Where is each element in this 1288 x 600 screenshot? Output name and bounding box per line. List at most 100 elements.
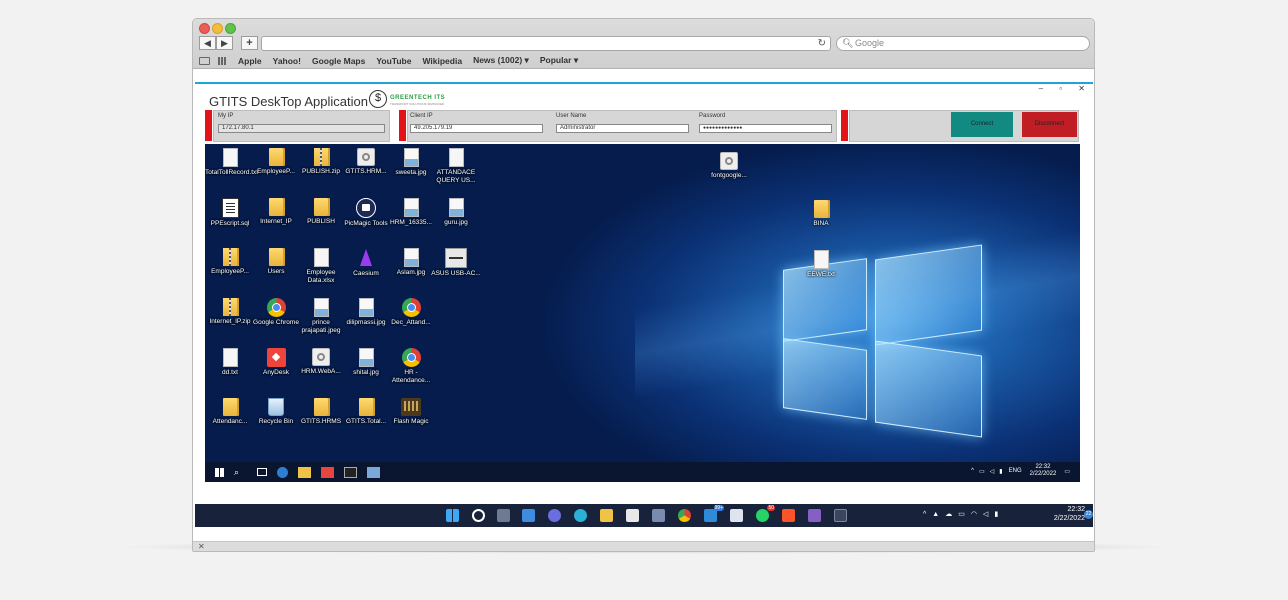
tray-icons[interactable]: ^▲☁▭◠◁▮	[923, 510, 1004, 518]
network-icon[interactable]: ▭	[979, 468, 985, 475]
store-icon[interactable]	[626, 509, 639, 522]
desktop-icon[interactable]: guru.jpg	[431, 198, 481, 227]
search-icon[interactable]	[472, 509, 485, 522]
volume-icon[interactable]: ◁	[990, 468, 995, 475]
search-icon[interactable]: ⌕	[234, 467, 247, 478]
password-input[interactable]: ●●●●●●●●●●●●●	[699, 124, 832, 133]
notification-icon[interactable]: ▭	[1064, 468, 1070, 475]
reload-icon[interactable]: ↻	[818, 37, 826, 50]
desktop-icon[interactable]: shital.jpg	[341, 348, 391, 377]
desktop-icon[interactable]: EmployeeP...	[251, 148, 301, 176]
reading-list-icon[interactable]	[199, 56, 210, 65]
desktop-icon[interactable]: dilipmassi.jpg	[341, 298, 391, 327]
desktop-icon[interactable]: Aslam.jpg	[386, 248, 436, 277]
desktop-icon[interactable]: Employee Data.xlsx	[296, 248, 346, 284]
close-window-button[interactable]	[199, 23, 210, 34]
desktop-icon[interactable]: prince prajapati.jpeg	[296, 298, 346, 334]
desktop-icon[interactable]: Internet_IP	[251, 198, 301, 226]
desktop-icon[interactable]: HRM_16335...	[386, 198, 436, 227]
desktop-icon[interactable]: PicMagic Tools	[341, 198, 391, 228]
desktop-icon[interactable]: GTITS.HRMS	[296, 398, 346, 426]
desktop-icon[interactable]: PPEscript.sql	[205, 198, 255, 228]
close-status-icon[interactable]: ✕	[198, 542, 205, 551]
desktop-icon[interactable]: Attendanc...	[205, 398, 255, 426]
calendar-icon[interactable]	[730, 509, 743, 522]
bookmark-yahoo[interactable]: Yahoo!	[273, 56, 301, 66]
minimize-window-button[interactable]	[212, 23, 223, 34]
desktop-icon[interactable]: Internet_IP.zip	[205, 298, 255, 326]
desktop-icon[interactable]: GTITS.HRM...	[341, 148, 391, 176]
address-bar[interactable]: ↻	[261, 36, 831, 51]
user-name-input[interactable]: Administrator	[556, 124, 689, 133]
desktop-icon[interactable]: EEWE.txt	[796, 250, 846, 279]
desktop-icon[interactable]: HR - Attendance...	[386, 348, 436, 384]
mail-icon[interactable]: 99+	[704, 505, 724, 522]
app-icon[interactable]	[652, 509, 665, 522]
whatsapp-icon[interactable]: 50	[756, 505, 775, 522]
windows-start-icon[interactable]	[446, 509, 459, 522]
desktop-icon[interactable]: ATTANDACE QUERY US...	[431, 148, 481, 184]
desktop-icon[interactable]: AnyDesk	[251, 348, 301, 377]
top-sites-grid-icon[interactable]	[218, 56, 227, 65]
file-explorer-icon[interactable]	[600, 509, 613, 522]
desktop-icon[interactable]: fontgoogle...	[704, 152, 754, 180]
desktop-icon-label: GTITS.HRM...	[345, 168, 387, 175]
desktop-icon[interactable]: Flash Magic	[386, 398, 436, 426]
desktop-icon[interactable]: Users	[251, 248, 301, 276]
img-icon	[358, 348, 374, 367]
bookmark-youtube[interactable]: YouTube	[376, 56, 411, 66]
task-view-icon[interactable]	[497, 509, 510, 522]
edge-icon[interactable]	[277, 466, 288, 478]
zoom-window-button[interactable]	[225, 23, 236, 34]
terminal-icon[interactable]	[344, 466, 357, 478]
battery-icon[interactable]: ▮	[999, 468, 1002, 475]
remote-desktop-view[interactable]: TotalTollRecord.txt EmployeeP... PUBLISH.z…	[205, 144, 1080, 482]
desktop-icon-label: Internet_IP.zip	[209, 318, 251, 325]
widgets-icon[interactable]	[522, 509, 535, 522]
chrome-icon[interactable]	[678, 509, 691, 522]
file-explorer-icon[interactable]	[298, 466, 311, 478]
language-indicator[interactable]: ENG	[1009, 468, 1022, 474]
desktop-icon-label: PUBLISH.zip	[302, 168, 340, 175]
forward-button[interactable]: ▶	[216, 36, 233, 50]
windows-start-icon[interactable]	[215, 467, 224, 477]
new-tab-button[interactable]: +	[241, 36, 258, 50]
desktop-icon[interactable]: sweeta.jpg	[386, 148, 436, 177]
search-field[interactable]: 🔍︎ Google	[836, 36, 1090, 51]
tray-chevron-icon[interactable]: ^	[971, 468, 974, 474]
client-ip-input[interactable]: 49.205.179.19	[410, 124, 543, 133]
desktop-icon[interactable]: PUBLISH	[296, 198, 346, 226]
bookmark-google-maps[interactable]: Google Maps	[312, 56, 365, 66]
bookmark-wikipedia[interactable]: Wikipedia	[422, 56, 462, 66]
desktop-icon[interactable]: dd.txt	[205, 348, 255, 377]
anydesk-taskbar-icon[interactable]	[321, 466, 334, 478]
connect-button[interactable]: Connect	[951, 112, 1013, 137]
desktop-icon[interactable]: EmployeeP...	[205, 248, 255, 276]
desktop-icon[interactable]: ASUS USB-AC...	[431, 248, 481, 278]
app-taskbar-icon[interactable]	[367, 466, 380, 478]
desktop-icon[interactable]: Caesium	[341, 248, 391, 278]
back-button[interactable]: ◀	[199, 36, 216, 50]
desktop-icon[interactable]: PUBLISH.zip	[296, 148, 346, 176]
desktop-icon[interactable]: HRM.WebA...	[296, 348, 346, 376]
desktop-icon[interactable]: TotalTollRecord.txt	[205, 148, 258, 177]
desktop-icon[interactable]: GTITS.Total...	[341, 398, 391, 426]
bookmark-popular[interactable]: Popular ▾	[540, 55, 578, 66]
brave-icon[interactable]	[782, 509, 795, 522]
bookmark-apple[interactable]: Apple	[238, 56, 262, 66]
disconnect-button[interactable]: Disconnect	[1022, 112, 1077, 137]
task-view-icon[interactable]	[257, 468, 267, 476]
desktop-icon[interactable]: Google Chrome	[251, 298, 301, 327]
bookmark-news[interactable]: News (1002) ▾	[473, 55, 529, 66]
chat-icon[interactable]	[548, 509, 561, 522]
visual-studio-icon[interactable]	[808, 509, 821, 522]
download-icon[interactable]	[834, 509, 847, 522]
desktop-icon-label: HR - Attendance...	[391, 369, 431, 384]
desktop-icon[interactable]: BINA	[796, 200, 846, 228]
desktop-icon[interactable]: Dec_Attand...	[386, 298, 436, 327]
notification-badge[interactable]: 22	[1084, 510, 1093, 519]
desktop-icon[interactable]: Recycle Bin	[251, 398, 301, 426]
remote-clock[interactable]: 22:32 2/22/2022	[1030, 464, 1057, 478]
app-window-controls[interactable]: – ▫ ✕	[1039, 84, 1092, 93]
edge-icon[interactable]	[574, 509, 587, 522]
